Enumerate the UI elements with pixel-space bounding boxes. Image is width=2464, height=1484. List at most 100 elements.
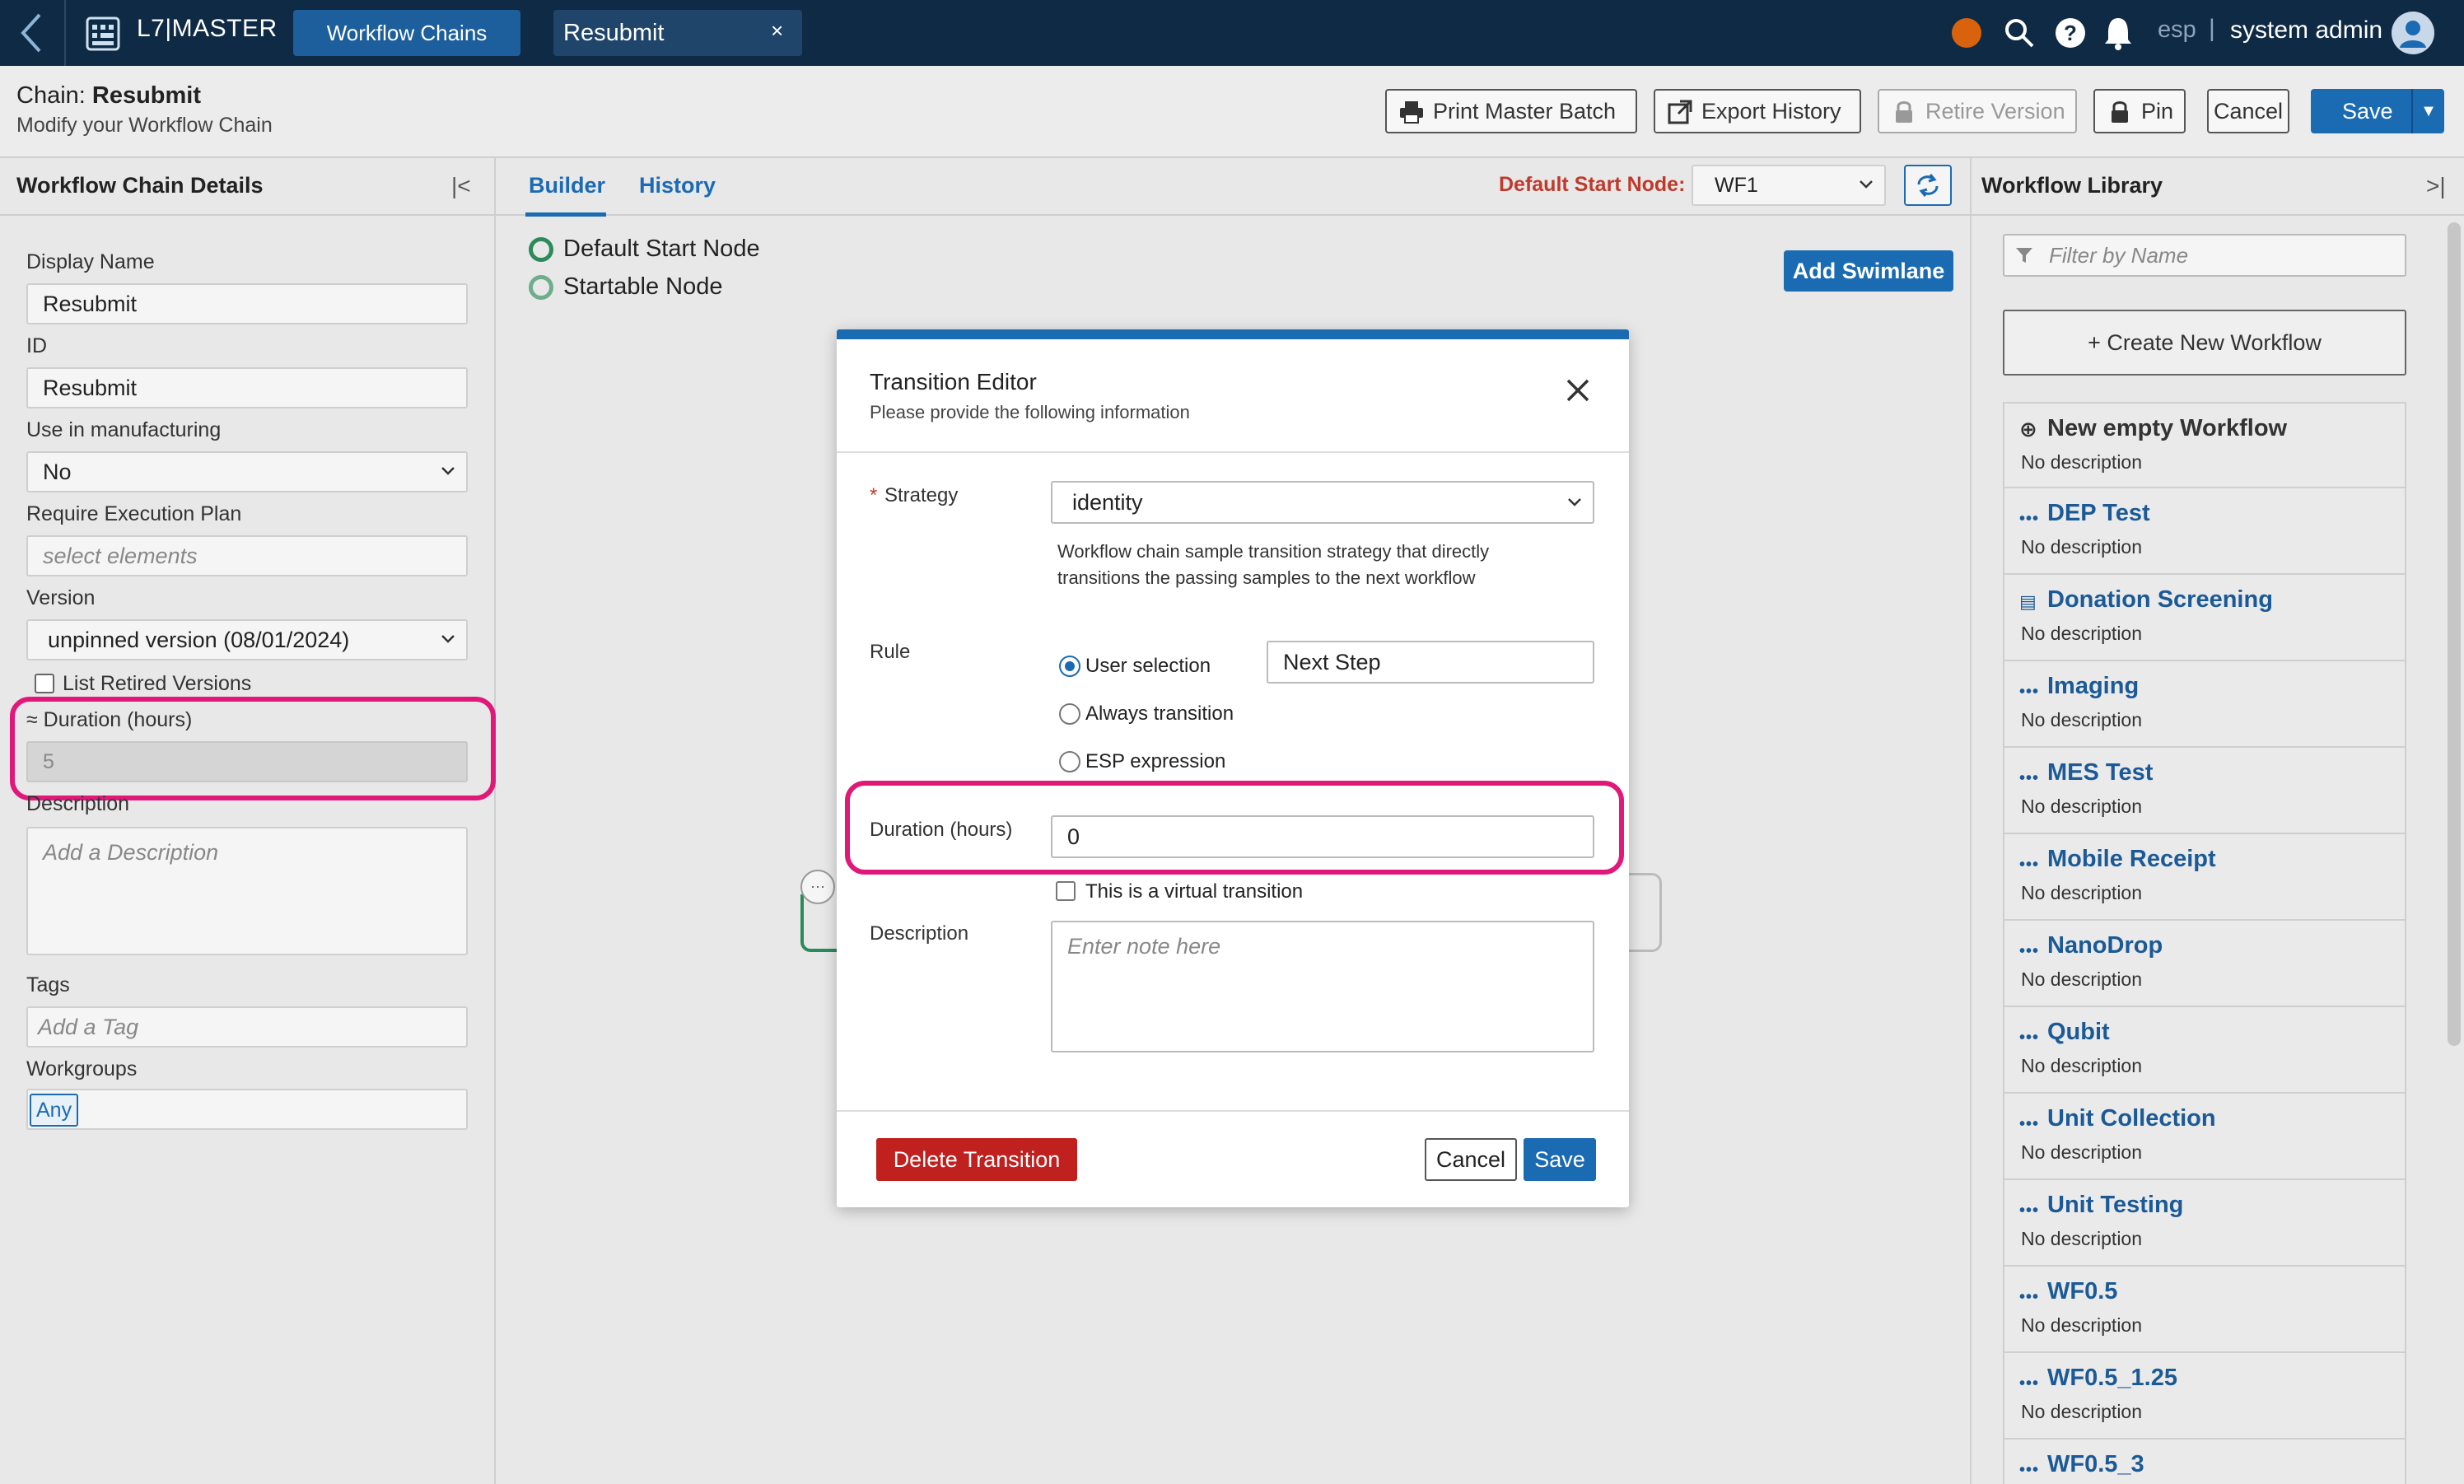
exec-plan-select[interactable]: select elements [26,535,468,576]
list-item[interactable]: ••• Mobile Receipt No description [2003,834,2406,921]
list-item[interactable]: ••• WF0.5_3 [2003,1440,2406,1484]
workflow-name[interactable]: Donation Screening [2047,586,2273,614]
workflow-name[interactable]: WF0.5_1.25 [2047,1365,2177,1392]
tags-input[interactable]: Add a Tag [26,1006,468,1048]
list-item[interactable]: ⊕ New empty Workflow No description [2003,402,2406,488]
collapse-left-icon[interactable]: |< [451,173,471,199]
back-button[interactable] [0,0,66,66]
description-label: Description [870,922,969,945]
duration-input[interactable]: 0 [1051,815,1594,858]
id-input[interactable]: Resubmit [26,367,468,408]
default-start-node-label: Default Start Node: [1499,173,1686,196]
transition-editor-modal [837,329,1629,1207]
plus-circle-icon: ⊕ [2019,417,2038,441]
workflow-description: No description [2021,796,2143,817]
rule-radio-user-selection[interactable] [1059,656,1080,677]
scrollbar[interactable] [2448,222,2461,1046]
list-item[interactable]: ••• DEP Test No description [2003,488,2406,575]
add-swimlane-button[interactable]: Add Swimlane [1784,250,1953,292]
dots-icon: ••• [2019,769,2040,787]
version-select[interactable]: unpinned version (08/01/2024) [26,619,468,660]
strategy-select[interactable]: identity [1051,481,1594,524]
filter-input[interactable]: Filter by Name [2003,234,2406,277]
list-item[interactable]: ••• WF0.5_1.25 No description [2003,1353,2406,1440]
dots-icon: ••• [2019,1374,2040,1393]
divider: | [2209,15,2215,42]
virtual-transition-checkbox[interactable] [1056,881,1076,901]
list-retired-checkbox[interactable] [35,674,54,693]
export-history-button[interactable]: Export History [1654,89,1861,133]
workflow-description: No description [2021,536,2143,558]
lock-icon [2112,101,2128,123]
tab-close-icon[interactable]: × [771,18,783,44]
avatar[interactable] [2392,12,2434,54]
workflow-name[interactable]: Qubit [2047,1019,2110,1046]
workflow-name[interactable]: Mobile Receipt [2047,846,2216,873]
save-options-chevron-down-icon[interactable]: ▼ [2411,89,2444,133]
lock-icon [1896,101,1912,123]
list-retired-label: List Retired Versions [63,672,252,695]
duration-label: Duration (hours) [870,819,1013,841]
workgroups-input[interactable] [26,1089,468,1130]
save-button[interactable]: Save [1524,1138,1596,1181]
duration-input[interactable]: 5 [26,741,468,782]
manufacturing-label: Use in manufacturing [26,418,222,441]
description-textarea[interactable]: Enter note here [1051,921,1594,1052]
delete-transition-button[interactable]: Delete Transition [876,1138,1077,1181]
rule-value-input[interactable]: Next Step [1267,641,1594,684]
user-name[interactable]: system admin [2230,16,2382,44]
list-item[interactable]: ••• Qubit No description [2003,1007,2406,1094]
close-icon[interactable] [1563,376,1593,409]
workflow-name[interactable]: Unit Collection [2047,1105,2216,1132]
list-item[interactable]: ▤ Donation Screening No description [2003,575,2406,661]
create-new-workflow-button[interactable]: + Create New Workflow [2003,310,2406,376]
workflow-description: No description [2021,882,2143,903]
list-item[interactable]: ••• MES Test No description [2003,748,2406,834]
external-link-icon [1668,100,1692,124]
workflow-name[interactable]: WF0.5 [2047,1278,2117,1305]
refresh-button[interactable] [1904,165,1952,206]
pin-button[interactable]: Pin [2093,89,2186,133]
description-textarea[interactable]: Add a Description [26,827,468,955]
workflow-name[interactable]: NanoDrop [2047,932,2163,959]
tab-resubmit[interactable]: Resubmit [553,10,802,56]
workflow-name[interactable]: WF0.5_3 [2047,1451,2144,1478]
search-icon[interactable] [2003,16,2036,54]
list-item[interactable]: ••• Unit Collection No description [2003,1094,2406,1180]
workgroup-tag[interactable]: Any [30,1094,79,1127]
list-item[interactable]: ••• NanoDrop No description [2003,921,2406,1007]
collapse-right-icon[interactable]: >| [2426,173,2446,199]
legend-label: Default Start Node [563,236,760,262]
tab-history[interactable]: History [639,173,716,198]
workflow-name[interactable]: Imaging [2047,673,2139,700]
manufacturing-select[interactable]: No [26,451,468,492]
user-icon [2400,21,2426,48]
workflow-name[interactable]: MES Test [2047,759,2153,786]
chevron-left-icon [21,13,41,53]
cancel-button[interactable]: Cancel [2207,89,2289,133]
language-selector[interactable]: esp [2158,16,2196,44]
workflow-name[interactable]: DEP Test [2047,500,2150,527]
required-indicator: * [870,484,878,506]
list-item[interactable]: ••• WF0.5 No description [2003,1267,2406,1353]
default-start-node-select[interactable]: WF1 [1692,165,1886,206]
workflow-description: No description [2021,1055,2143,1076]
list-item[interactable]: ••• Unit Testing No description [2003,1180,2406,1267]
bell-icon[interactable] [2102,15,2135,55]
rule-radio-always-transition[interactable] [1059,703,1080,725]
help-icon[interactable]: ? [2054,16,2087,54]
print-master-batch-button[interactable]: Print Master Batch [1385,89,1637,133]
retire-version-button[interactable]: Retire Version [1878,89,2077,133]
status-indicator [1952,18,1981,48]
cancel-button[interactable]: Cancel [1425,1138,1517,1181]
rule-label: Rule [870,641,911,663]
strategy-help-text: Workflow chain sample transition strateg… [1057,541,1490,588]
display-name-input[interactable]: Resubmit [26,283,468,324]
workflow-name[interactable]: Unit Testing [2047,1192,2183,1219]
rule-radio-esp-expression[interactable] [1059,751,1080,772]
list-item[interactable]: ••• Imaging No description [2003,661,2406,748]
tab-workflow-chains[interactable]: Workflow Chains [293,10,520,56]
tab-builder[interactable]: Builder [529,173,605,198]
workflow-name[interactable]: New empty Workflow [2047,415,2287,442]
node-menu-icon[interactable]: ··· [800,870,835,904]
